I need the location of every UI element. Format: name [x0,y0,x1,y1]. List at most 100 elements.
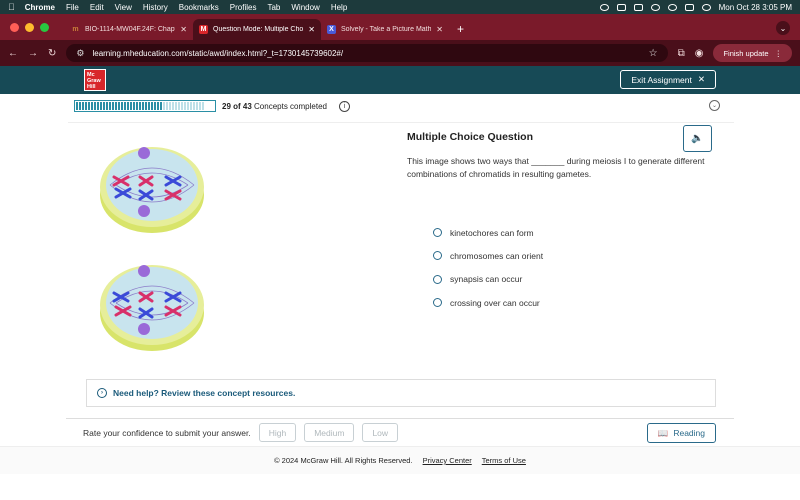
answer-option[interactable]: chromosomes can orient [433,244,543,267]
concept-resources-toggle[interactable]: › Need help? Review these concept resour… [86,379,716,407]
tab-title: Question Mode: Multiple Cho [213,26,304,33]
url-text[interactable]: learning.mheducation.com/static/awd/inde… [92,49,343,58]
chevron-right-icon: › [97,388,107,398]
progress-segment [112,102,114,110]
apple-icon[interactable]:  [8,2,15,12]
reading-label: Reading [673,428,705,438]
answer-option-label[interactable]: synapsis can occur [450,274,522,284]
progress-segment [145,102,147,110]
progress-segment [121,102,123,110]
forward-arrow-icon[interactable]: → [28,48,38,59]
exit-assignment-label: Exit Assignment [631,74,692,85]
close-window-button[interactable] [10,22,19,32]
menu-chrome[interactable]: Chrome [25,3,55,12]
tab-bar: m BIO-1114-MW04F.24F: Chapt ✕ M Question… [0,14,800,40]
question-text: This image shows two ways that _______ d… [407,156,705,179]
back-arrow-icon[interactable]: ← [8,48,18,59]
progress-segment [127,102,129,110]
progress-row: 29 of 43 Concepts completed i ⌄ [0,94,800,118]
progress-count: 29 of 43 [222,101,252,111]
browser-chrome: m BIO-1114-MW04F.24F: Chapt ✕ M Question… [0,14,800,66]
siri-icon[interactable] [701,3,711,11]
cell-diagram-bottom [100,265,204,351]
bookmark-star-icon[interactable]: ☆ [649,48,658,59]
tab-solvely[interactable]: X Solvely - Take a Picture Math ✕ [321,19,449,40]
progress-segment [190,102,192,110]
extensions-icon[interactable]: ⧉ [678,48,685,59]
radio-button[interactable] [433,274,442,284]
progress-segment [166,102,168,110]
spotlight-search-icon[interactable] [667,3,677,11]
control-center-icon[interactable] [684,3,694,11]
confidence-medium-button[interactable]: Medium [304,423,355,442]
profile-avatar-icon[interactable]: ◉ [695,48,704,59]
tab-close-icon[interactable]: ✕ [436,25,443,34]
minimize-window-button[interactable] [25,22,34,32]
terms-of-use-link[interactable]: Terms of Use [482,456,526,465]
menu-file[interactable]: File [66,3,79,12]
answer-options: kinetochores can form chromosomes can or… [433,221,543,314]
reading-button[interactable]: 📖 Reading [646,423,716,443]
tab-search-chevron-icon[interactable]: ⌄ [776,21,790,35]
menu-tab[interactable]: Tab [267,3,280,12]
menubar-clock[interactable]: Mon Oct 28 3:05 PM [719,3,792,12]
app-status-icon[interactable] [599,3,609,11]
radio-button[interactable] [433,251,442,261]
new-tab-plus-icon[interactable]: + [457,22,464,36]
progress-segment [76,102,78,110]
tab-question-mode[interactable]: M Question Mode: Multiple Cho ✕ [193,19,321,40]
progress-segment [130,102,132,110]
more-menu-icon[interactable]: ⋮ [775,49,783,58]
address-row: ← → ↻ ⚙ learning.mheducation.com/static/… [0,40,800,66]
menu-view[interactable]: View [115,3,132,12]
confidence-high-button[interactable]: High [258,423,297,442]
confidence-row: Rate your confidence to submit your answ… [66,418,734,446]
progress-segment [193,102,195,110]
screen-icon[interactable] [616,3,626,11]
answer-option-label[interactable]: chromosomes can orient [450,251,543,261]
macos-menubar:  Chrome File Edit View History Bookmark… [0,0,800,14]
menu-window[interactable]: Window [291,3,319,12]
progress-segment [196,102,198,110]
wifi-icon[interactable] [650,3,660,11]
read-aloud-speaker-icon[interactable]: 🔈 [683,125,712,152]
answer-option[interactable]: kinetochores can form [433,221,543,244]
radio-button[interactable] [433,298,442,308]
mcgraw-hill-logo: Mc Graw Hill [84,69,106,91]
tab-close-icon[interactable]: ✕ [180,25,187,34]
progress-segment [136,102,138,110]
answer-option[interactable]: synapsis can occur [433,268,543,291]
progress-segment [178,102,180,110]
menu-help[interactable]: Help [331,3,347,12]
progress-segment [85,102,87,110]
exit-assignment-button[interactable]: Exit Assignment ✕ [620,70,716,89]
menu-edit[interactable]: Edit [90,3,104,12]
status-icons: Mon Oct 28 3:05 PM [599,3,792,12]
zoom-window-button[interactable] [40,22,49,32]
question-area: Multiple Choice Question 🔈 This image sh… [68,122,734,418]
radio-button[interactable] [433,228,442,238]
finish-update-button[interactable]: Finish update ⋮ [713,44,792,62]
answer-option-label[interactable]: crossing over can occur [450,298,540,308]
progress-segment [109,102,111,110]
progress-segment [118,102,120,110]
answer-option-label[interactable]: kinetochores can form [450,228,534,238]
privacy-center-link[interactable]: Privacy Center [423,456,472,465]
battery-icon[interactable] [633,3,643,11]
reload-icon[interactable]: ↻ [48,48,56,59]
menu-profiles[interactable]: Profiles [230,3,257,12]
address-bar[interactable]: ⚙ learning.mheducation.com/static/awd/in… [66,44,668,62]
menu-bookmarks[interactable]: Bookmarks [179,3,219,12]
progress-segment [94,102,96,110]
info-icon[interactable]: i [338,100,350,112]
collapse-chevron-icon[interactable]: ⌄ [709,100,720,111]
tab-close-icon[interactable]: ✕ [308,25,315,34]
confidence-low-button[interactable]: Low [362,423,399,442]
site-settings-icon[interactable]: ⚙ [76,48,84,59]
menu-history[interactable]: History [143,3,168,12]
progress-segment [184,102,186,110]
answer-option[interactable]: crossing over can occur [433,291,543,314]
concept-progress-bar [74,100,216,112]
tab-bio-course[interactable]: m BIO-1114-MW04F.24F: Chapt ✕ [65,19,193,40]
brand-header: Mc Graw Hill Exit Assignment ✕ [0,66,800,94]
